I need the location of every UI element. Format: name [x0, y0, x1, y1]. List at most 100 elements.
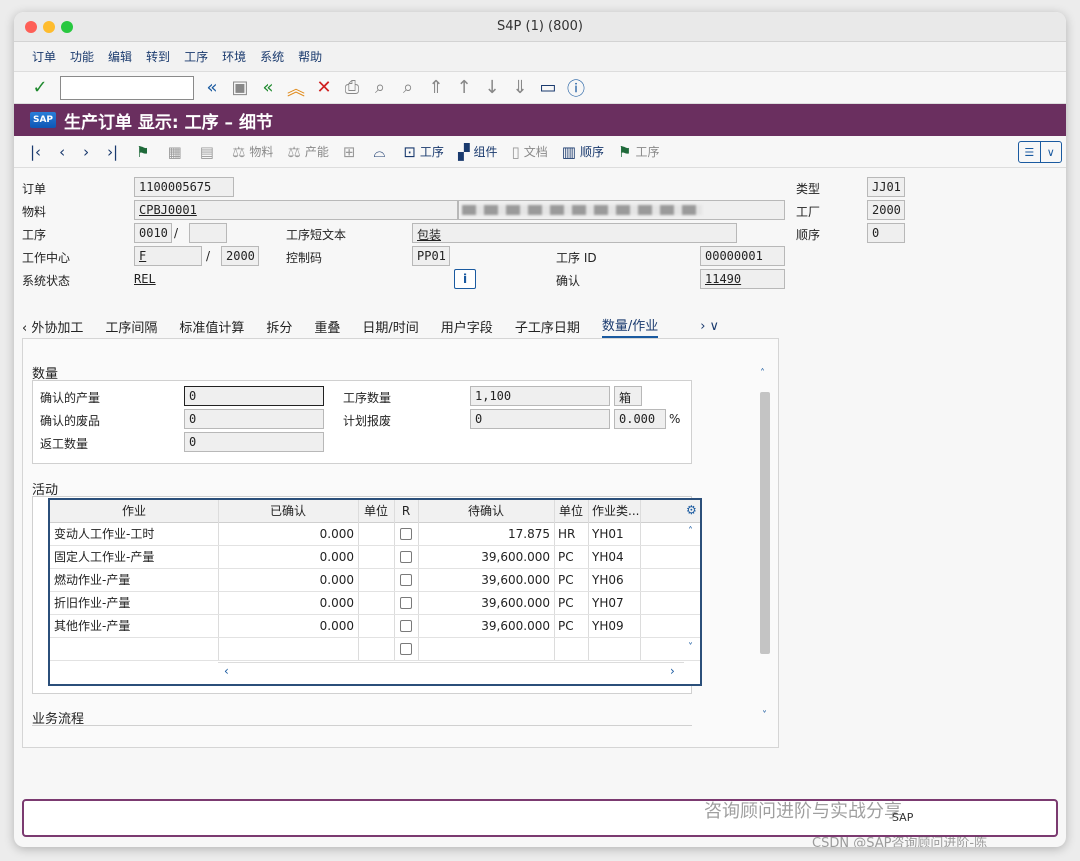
table-row[interactable]: 其他作业-产量 0.000 39,600.000 PC YH09: [50, 615, 700, 638]
sequence-button[interactable]: ▥ 顺序: [562, 143, 604, 161]
next-page-icon[interactable]: ↓: [480, 76, 504, 100]
order-field[interactable]: 1100005675: [134, 177, 234, 197]
scroll-up-icon[interactable]: ˄: [760, 368, 765, 379]
table-horizontal-scrollbar[interactable]: ‹ ›: [218, 662, 684, 682]
col-pending[interactable]: 待确认: [418, 500, 554, 523]
previous-operation-button[interactable]: ‹: [59, 143, 69, 161]
confirm-field[interactable]: 11490: [700, 269, 785, 289]
last-operation-button[interactable]: ›|: [107, 143, 122, 161]
confirmed-yield-field[interactable]: 0: [184, 386, 324, 406]
menu-system[interactable]: 系统: [260, 48, 284, 65]
planned-scrap-pct-field[interactable]: 0.000: [614, 409, 666, 429]
table-scroll-up-icon[interactable]: ˄: [688, 526, 693, 537]
hat-button[interactable]: ⌓: [373, 143, 389, 161]
calendar-button[interactable]: ▦: [168, 143, 186, 161]
sub-operation-field[interactable]: [189, 223, 227, 243]
save-icon[interactable]: ▣: [228, 76, 252, 100]
type-field[interactable]: JJ01: [867, 177, 905, 197]
menu-operation[interactable]: 工序: [184, 48, 208, 65]
material-button[interactable]: ⚖ 物料: [232, 143, 273, 161]
table-row-empty[interactable]: [50, 638, 700, 661]
document-button[interactable]: ▯ 文档: [512, 143, 548, 161]
gear-icon[interactable]: ⚙: [686, 503, 697, 517]
next-operation-button[interactable]: ›: [83, 143, 93, 161]
row-r-checkbox[interactable]: [400, 620, 412, 632]
component-button[interactable]: ▞ 组件: [458, 143, 498, 161]
confirmed-scrap-field[interactable]: 0: [184, 409, 324, 429]
more-menu-button[interactable]: ☰ ∨: [1018, 141, 1062, 163]
control-key-field[interactable]: PP01: [412, 246, 450, 266]
double-chevron-left-icon[interactable]: «: [200, 76, 224, 100]
row-r-checkbox[interactable]: [400, 574, 412, 586]
first-page-icon[interactable]: ⇑: [424, 76, 448, 100]
col-confirmed[interactable]: 已确认: [218, 500, 358, 523]
table-row[interactable]: 变动人工作业-工时 0.000 17.875 HR YH01: [50, 523, 700, 546]
find-next-icon[interactable]: ⌕: [396, 76, 420, 100]
previous-page-icon[interactable]: ↑: [452, 76, 476, 100]
col-unit-2[interactable]: 单位: [554, 500, 588, 523]
last-page-icon[interactable]: ⇓: [508, 76, 532, 100]
tab-quantity-activity[interactable]: 数量/作业: [601, 315, 659, 338]
tab-split[interactable]: 拆分: [266, 317, 292, 336]
exit-icon[interactable]: ︽: [284, 76, 308, 100]
operation-field[interactable]: 0010: [134, 223, 172, 243]
expand-chevron-icon[interactable]: ˅: [762, 710, 767, 721]
table-scroll-down-icon[interactable]: ˅: [688, 642, 693, 653]
hierarchy-button[interactable]: ⊞: [343, 143, 360, 161]
menu-order[interactable]: 订单: [32, 48, 56, 65]
scrollbar-thumb[interactable]: [760, 392, 770, 654]
capacity-button[interactable]: ⚖ 产能: [287, 143, 328, 161]
row-r-checkbox[interactable]: [400, 643, 412, 655]
find-icon[interactable]: ⌕: [368, 76, 392, 100]
operation-qty-field[interactable]: 1,100: [470, 386, 610, 406]
calculator-button[interactable]: ▤: [200, 143, 218, 161]
tab-more-chevrons[interactable]: › ∨: [700, 319, 719, 334]
tab-operation-interval[interactable]: 工序间隔: [105, 317, 157, 336]
planned-scrap-field[interactable]: 0: [470, 409, 610, 429]
menu-environment[interactable]: 环境: [222, 48, 246, 65]
plant-field[interactable]: 2000: [867, 200, 905, 220]
command-field[interactable]: [60, 75, 194, 100]
back-icon[interactable]: «: [256, 76, 280, 100]
operation-flag-button[interactable]: ⚑ 工序: [618, 143, 659, 161]
table-row[interactable]: 折旧作业-产量 0.000 39,600.000 PC YH07: [50, 592, 700, 615]
op-short-text-field[interactable]: 包装: [412, 223, 737, 243]
scroll-right-icon[interactable]: ›: [670, 664, 675, 678]
row-r-checkbox[interactable]: [400, 551, 412, 563]
menu-edit[interactable]: 编辑: [108, 48, 132, 65]
scroll-left-icon[interactable]: ‹: [224, 664, 229, 678]
tab-standard-value-calc[interactable]: 标准值计算: [179, 317, 244, 336]
row-r-checkbox[interactable]: [400, 597, 412, 609]
tab-user-fields[interactable]: 用户字段: [441, 317, 493, 336]
col-unit[interactable]: 单位: [358, 500, 394, 523]
tab-overlap[interactable]: 重叠: [314, 317, 340, 336]
system-status-value[interactable]: REL: [134, 272, 156, 286]
menu-help[interactable]: 帮助: [298, 48, 322, 65]
info-button[interactable]: i: [454, 269, 476, 289]
enter-check-icon[interactable]: ✓: [28, 76, 52, 100]
table-row[interactable]: 燃动作业-产量 0.000 39,600.000 PC YH06: [50, 569, 700, 592]
print-icon[interactable]: ⎙: [340, 76, 364, 100]
col-r[interactable]: R: [394, 500, 418, 523]
material-field[interactable]: CPBJ0001: [134, 200, 458, 220]
menu-function[interactable]: 功能: [70, 48, 94, 65]
work-center-plant-field[interactable]: 2000: [221, 246, 259, 266]
rework-field[interactable]: 0: [184, 432, 324, 452]
help-icon[interactable]: ⓘ: [564, 76, 588, 100]
panel-scrollbar[interactable]: ˄: [759, 368, 771, 662]
tab-subcontracting[interactable]: ‹ 外协加工: [22, 317, 83, 336]
new-session-icon[interactable]: ▭: [536, 76, 560, 100]
work-center-field[interactable]: F: [134, 246, 202, 266]
operation-button[interactable]: ⊡ 工序: [403, 143, 444, 161]
table-row[interactable]: 固定人工作业-产量 0.000 39,600.000 PC YH04: [50, 546, 700, 569]
op-id-field[interactable]: 00000001: [700, 246, 785, 266]
flag-button[interactable]: ⚑: [136, 143, 153, 161]
operation-unit-field[interactable]: 箱: [614, 386, 642, 406]
menu-goto[interactable]: 转到: [146, 48, 170, 65]
tab-date-time[interactable]: 日期/时间: [362, 317, 418, 336]
tab-sub-operation-dates[interactable]: 子工序日期: [515, 317, 580, 336]
row-r-checkbox[interactable]: [400, 528, 412, 540]
cancel-icon[interactable]: ✕: [312, 76, 336, 100]
sequence-field[interactable]: 0: [867, 223, 905, 243]
first-operation-button[interactable]: |‹: [30, 143, 45, 161]
